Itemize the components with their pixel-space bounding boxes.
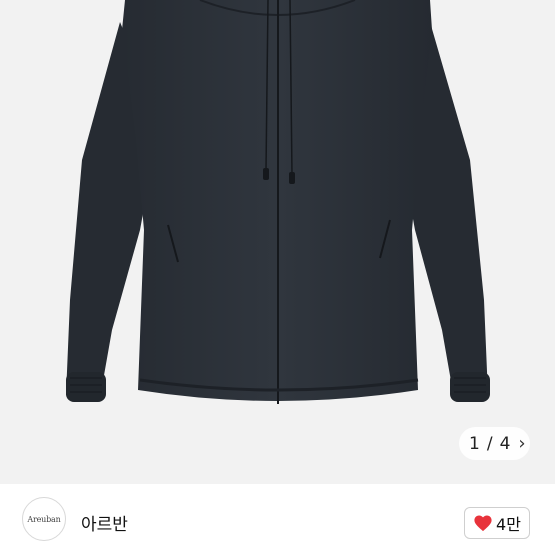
page-indicator[interactable]: 1 / 4 › — [459, 427, 530, 460]
current-page: 1 — [469, 433, 480, 454]
like-count: 4만 — [496, 515, 521, 534]
heart-icon — [474, 515, 492, 532]
avatar-logo-text: Areuban — [27, 514, 61, 524]
avatar[interactable]: Areuban — [22, 497, 66, 541]
page-separator: / — [486, 433, 493, 454]
like-button[interactable]: 4만 — [464, 507, 530, 539]
jacket-photo — [66, 0, 490, 404]
seller-name[interactable]: 아르반 — [81, 510, 128, 535]
chevron-right-icon[interactable]: › — [518, 433, 525, 454]
total-pages: 4 — [499, 433, 511, 454]
product-image-gallery[interactable]: 1 / 4 › — [0, 0, 555, 484]
